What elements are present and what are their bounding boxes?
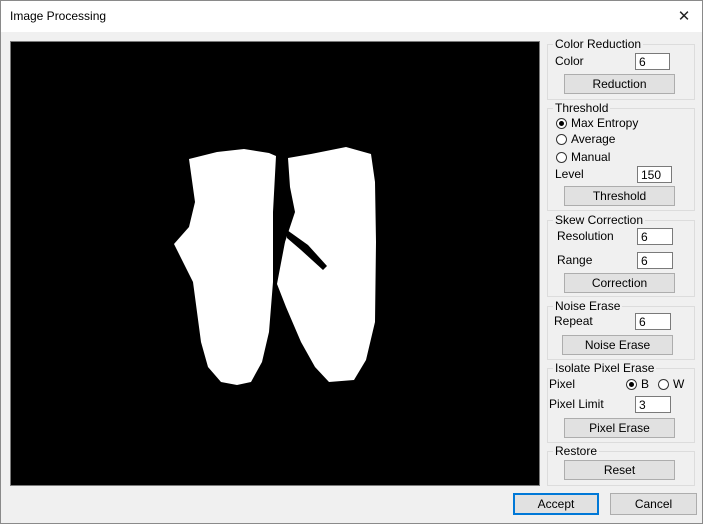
cancel-button[interactable]: Cancel bbox=[610, 493, 697, 515]
skew-correction-group: Skew Correction Resolution Range Correct… bbox=[547, 213, 695, 297]
noise-speck bbox=[353, 264, 355, 267]
group-legend: Isolate Pixel Erase bbox=[553, 361, 657, 375]
group-legend: Color Reduction bbox=[553, 37, 644, 51]
reduction-button[interactable]: Reduction bbox=[564, 74, 675, 94]
group-legend: Skew Correction bbox=[553, 213, 646, 227]
radio-max-entropy[interactable] bbox=[556, 118, 567, 129]
option-label: Manual bbox=[571, 150, 611, 164]
color-label: Color bbox=[555, 54, 584, 68]
threshold-group: Threshold Max Entropy Average Manual Lev… bbox=[547, 101, 695, 211]
accept-button[interactable]: Accept bbox=[513, 493, 599, 515]
option-label: Average bbox=[571, 132, 616, 146]
radio-average[interactable] bbox=[556, 134, 567, 145]
close-icon[interactable]: ✕ bbox=[674, 7, 694, 27]
noise-speck bbox=[356, 269, 357, 271]
option-label: B bbox=[641, 377, 650, 391]
resolution-label: Resolution bbox=[557, 229, 614, 243]
resolution-input[interactable] bbox=[637, 228, 673, 245]
color-reduction-group: Color Reduction Color Reduction bbox=[547, 37, 695, 100]
threshold-button[interactable]: Threshold bbox=[564, 186, 675, 206]
processed-image bbox=[174, 147, 376, 385]
correction-button[interactable]: Correction bbox=[564, 273, 675, 293]
repeat-input[interactable] bbox=[635, 313, 671, 330]
pixel-erase-button[interactable]: Pixel Erase bbox=[564, 418, 675, 438]
range-label: Range bbox=[557, 253, 593, 267]
pixel-limit-input[interactable] bbox=[635, 396, 671, 413]
level-input[interactable] bbox=[637, 166, 672, 183]
left-shoe-shape bbox=[174, 149, 276, 385]
pixel-limit-label: Pixel Limit bbox=[549, 397, 604, 411]
noise-erase-group: Noise Erase Repeat Noise Erase bbox=[547, 299, 695, 360]
group-legend: Threshold bbox=[553, 101, 611, 115]
noise-erase-button[interactable]: Noise Erase bbox=[562, 335, 673, 355]
radio-white[interactable] bbox=[658, 379, 669, 390]
group-legend: Noise Erase bbox=[553, 299, 623, 313]
option-label: W bbox=[673, 377, 685, 391]
right-shoe-shape bbox=[277, 147, 376, 382]
pixel-label: Pixel bbox=[549, 377, 576, 391]
isolate-pixel-erase-group: Isolate Pixel Erase Pixel B W Pixel Limi… bbox=[547, 361, 695, 443]
radio-manual[interactable] bbox=[556, 152, 567, 163]
level-label: Level bbox=[555, 167, 584, 181]
group-legend: Restore bbox=[553, 444, 600, 458]
window-title: Image Processing bbox=[10, 9, 107, 23]
image-preview bbox=[10, 41, 540, 486]
reset-button[interactable]: Reset bbox=[564, 460, 675, 480]
title-bar: Image Processing ✕ bbox=[1, 1, 702, 32]
repeat-label: Repeat bbox=[554, 314, 593, 328]
range-input[interactable] bbox=[637, 252, 673, 269]
radio-black[interactable] bbox=[626, 379, 637, 390]
color-input[interactable] bbox=[635, 53, 670, 70]
restore-group: Restore Reset bbox=[547, 444, 695, 486]
image-processing-window: Image Processing ✕ Color Reduction Color… bbox=[0, 0, 703, 524]
option-label: Max Entropy bbox=[571, 116, 639, 130]
